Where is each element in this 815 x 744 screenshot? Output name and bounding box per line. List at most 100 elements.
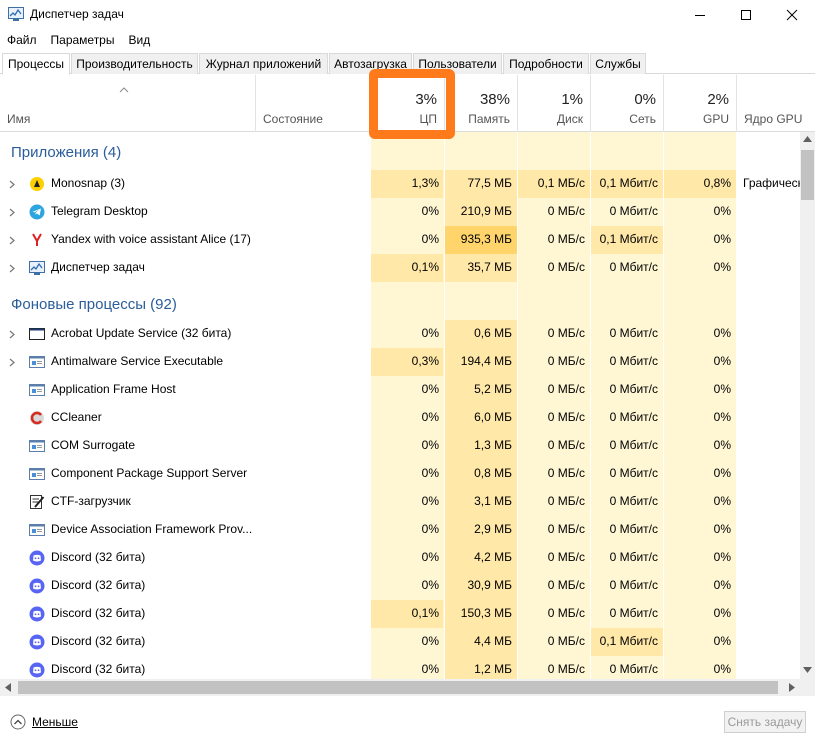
table-row[interactable]: COM Surrogate 0% 1,3 МБ 0 МБ/с 0 Мбит/с 0%	[0, 432, 800, 460]
network-cell: 0 Мбит/с	[609, 260, 658, 274]
gpu-column-label: GPU	[702, 112, 729, 126]
disk-cell: 0 МБ/с	[547, 522, 585, 536]
disk-column-label: Диск	[556, 112, 583, 126]
table-row[interactable]: Discord (32 бита) 0% 4,2 МБ 0 МБ/с 0 Мбит/с 0…	[0, 544, 800, 572]
cpu-cell: 0%	[421, 550, 439, 564]
disk-cell: 0 МБ/с	[547, 204, 585, 218]
group-header-background[interactable]: Фоновые процессы (92)	[0, 284, 800, 314]
menu-view[interactable]: Вид	[121, 30, 157, 50]
tab-app-history[interactable]: Журнал приложений	[199, 53, 328, 74]
network-cell: 0 Мбит/с	[609, 550, 658, 564]
scroll-up-icon[interactable]	[803, 136, 812, 142]
menu-options[interactable]: Параметры	[44, 30, 122, 50]
horizontal-scrollbar[interactable]	[0, 679, 815, 696]
network-cell: 0 Мбит/с	[609, 438, 658, 452]
gpu-column-header[interactable]: 2% GPU	[664, 75, 737, 132]
expand-chevron-icon[interactable]	[9, 262, 15, 276]
monosnap-icon	[29, 176, 45, 192]
tab-performance[interactable]: Производительность	[71, 53, 198, 74]
fewer-details-button[interactable]: Меньше	[10, 714, 78, 730]
memory-cell: 2,9 МБ	[474, 522, 512, 536]
tab-services[interactable]: Службы	[590, 53, 646, 74]
minimize-button[interactable]	[677, 0, 723, 30]
table-row[interactable]: Application Frame Host 0% 5,2 МБ 0 МБ/с 0 Мб…	[0, 376, 800, 404]
process-name: Antimalware Service Executable	[51, 354, 224, 368]
end-task-button[interactable]: Снять задачу	[724, 711, 806, 733]
disk-column-header[interactable]: 1% Диск	[518, 75, 591, 132]
table-row[interactable]: Discord (32 бита) 0,1% 150,3 МБ 0 МБ/с 0 Мби…	[0, 600, 800, 628]
scroll-down-icon[interactable]	[803, 667, 812, 673]
collapse-circle-icon	[10, 714, 26, 730]
scroll-right-icon[interactable]	[789, 683, 795, 692]
gpu-engine-column-label: Ядро GPU	[744, 112, 803, 126]
expand-chevron-icon[interactable]	[9, 178, 15, 192]
disk-cell: 0 МБ/с	[547, 382, 585, 396]
cpu-cell: 0%	[421, 410, 439, 424]
horizontal-scroll-thumb[interactable]	[18, 681, 778, 694]
table-row[interactable]: Yandex with voice assistant Alice (17) 0%…	[0, 226, 800, 254]
network-cell: 0,1 Мбит/с	[599, 176, 658, 190]
cpu-cell: 0%	[421, 634, 439, 648]
process-name: Discord (32 бита)	[51, 578, 146, 592]
table-row[interactable]: CTF-загрузчик 0% 3,1 МБ 0 МБ/с 0 Мбит/с 0%	[0, 488, 800, 516]
memory-cell: 4,4 МБ	[474, 634, 512, 648]
table-row[interactable]: Диспетчер задач 0,1% 35,7 МБ 0 МБ/с 0 Мбит/с…	[0, 254, 800, 282]
table-row[interactable]: Discord (32 бита) 0% 30,9 МБ 0 МБ/с 0 Мбит/с…	[0, 572, 800, 600]
network-column-header[interactable]: 0% Сеть	[591, 75, 664, 132]
table-row[interactable]: Component Package Support Server 0% 0,8 МБ…	[0, 460, 800, 488]
discord-icon	[29, 662, 45, 678]
table-row[interactable]: Antimalware Service Executable 0,3% 194,4 …	[0, 348, 800, 376]
cpu-cell: 0%	[421, 382, 439, 396]
process-name: Yandex with voice assistant Alice (17)	[51, 232, 251, 246]
vertical-scrollbar[interactable]	[800, 132, 815, 679]
tab-processes[interactable]: Процессы	[2, 53, 70, 75]
table-row[interactable]: Monosnap (3) 1,3% 77,5 МБ 0,1 МБ/с 0,1 Мбит/…	[0, 170, 800, 198]
menu-file[interactable]: Файл	[0, 30, 44, 50]
cpu-cell: 0%	[421, 578, 439, 592]
table-row[interactable]: Discord (32 бита) 0% 4,4 МБ 0 МБ/с 0,1 Мбит/…	[0, 628, 800, 656]
network-cell: 0 Мбит/с	[609, 466, 658, 480]
table-row[interactable]: Telegram Desktop 0% 210,9 МБ 0 МБ/с 0 Мбит/с…	[0, 198, 800, 226]
close-button[interactable]	[769, 0, 815, 30]
memory-cell: 210,9 МБ	[460, 204, 512, 218]
process-name: Component Package Support Server	[51, 466, 248, 480]
cpu-cell: 0%	[421, 494, 439, 508]
expand-chevron-icon[interactable]	[9, 234, 15, 248]
tab-details[interactable]: Подробности	[503, 53, 589, 74]
process-name: Device Association Framework Prov...	[51, 522, 253, 536]
expand-chevron-icon[interactable]	[9, 328, 15, 342]
memory-column-header[interactable]: 38% Память	[445, 75, 518, 132]
vertical-scroll-thumb[interactable]	[801, 150, 814, 200]
scroll-left-icon[interactable]	[5, 683, 11, 692]
memory-cell: 935,3 МБ	[460, 232, 512, 246]
table-row[interactable]: Discord (32 бита) 0% 1,2 МБ 0 МБ/с 0 Мбит/с 0…	[0, 656, 800, 679]
gpu-cell: 0,8%	[703, 176, 731, 190]
cpu-cell: 0,1%	[411, 260, 439, 274]
cpu-cell: 0%	[421, 438, 439, 452]
name-column-header[interactable]: Имя	[0, 75, 256, 132]
table-row[interactable]: CCleaner 0% 6,0 МБ 0 МБ/с 0 Мбит/с 0%	[0, 404, 800, 432]
status-column-header[interactable]: Состояние	[256, 75, 371, 132]
cpu-cell: 0,1%	[411, 606, 439, 620]
gpu-engine-column-header[interactable]: Ядро GPU	[737, 75, 815, 132]
ctf-icon	[29, 494, 45, 510]
expand-chevron-icon[interactable]	[9, 356, 15, 370]
expand-chevron-icon[interactable]	[9, 206, 15, 220]
gpu-cell: 0%	[713, 260, 731, 274]
disk-cell: 0 МБ/с	[547, 260, 585, 274]
network-column-label: Сеть	[629, 112, 656, 126]
maximize-button[interactable]	[723, 0, 769, 30]
process-name: Application Frame Host	[51, 382, 176, 396]
network-total: 0%	[634, 91, 656, 108]
table-row[interactable]: Device Association Framework Prov... 0% 2,…	[0, 516, 800, 544]
gpu-cell: 0%	[713, 606, 731, 620]
status-column-label: Состояние	[263, 112, 323, 126]
network-cell: 0,1 Мбит/с	[599, 634, 658, 648]
service-icon	[29, 466, 45, 482]
table-row[interactable]: Acrobat Update Service (32 бита) 0% 0,6 МБ…	[0, 320, 800, 348]
cpu-cell: 0%	[421, 232, 439, 246]
memory-cell: 194,4 МБ	[460, 354, 512, 368]
memory-cell: 3,1 МБ	[474, 494, 512, 508]
memory-column-label: Память	[468, 112, 510, 126]
network-cell: 0 Мбит/с	[609, 522, 658, 536]
